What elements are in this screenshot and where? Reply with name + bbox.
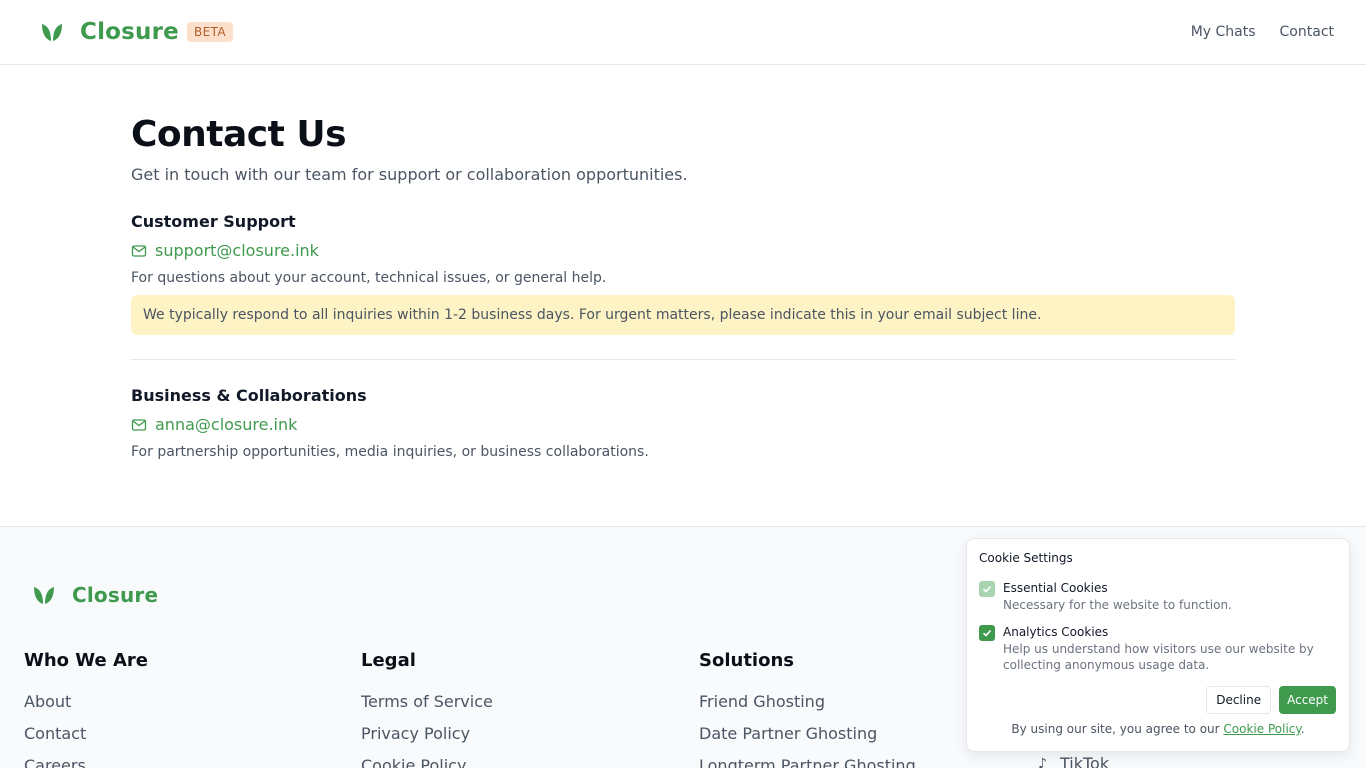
tiktok-label: TikTok — [1060, 754, 1110, 768]
response-time-note: We typically respond to all inquiries wi… — [131, 295, 1235, 335]
mail-icon — [131, 244, 147, 257]
support-section: Customer Support support@closure.ink For… — [131, 212, 1235, 335]
nav-my-chats[interactable]: My Chats — [1191, 24, 1256, 40]
analytics-cookies-option: Analytics Cookies Help us understand how… — [979, 625, 1337, 673]
footer-social-tiktok[interactable]: ♪ TikTok — [1038, 755, 1109, 768]
leaf-logo-icon — [42, 24, 62, 41]
business-section: Business & Collaborations anna@closure.i… — [131, 386, 1235, 460]
cookie-actions: Decline Accept — [1206, 686, 1336, 714]
essential-cookies-option: Essential Cookies Necessary for the webs… — [979, 581, 1337, 613]
analytics-cookies-label: Analytics Cookies — [1003, 625, 1109, 639]
business-title: Business & Collaborations — [131, 386, 367, 405]
main-content: Contact Us Get in touch with our team fo… — [0, 65, 1366, 460]
brand-name: Closure — [80, 19, 179, 45]
footer-column-title: Legal — [361, 650, 416, 671]
support-description: For questions about your account, techni… — [131, 270, 607, 286]
business-description: For partnership opportunities, media inq… — [131, 444, 649, 460]
brand[interactable]: Closure BETA — [40, 19, 234, 45]
footer-link-friend-ghosting[interactable]: Friend Ghosting — [699, 693, 916, 711]
page-title: Contact Us — [131, 114, 347, 155]
footer-column-title: Solutions — [699, 650, 794, 671]
business-email-row: anna@closure.ink — [131, 415, 1235, 434]
footer-link-about[interactable]: About — [24, 693, 148, 711]
site-header: Closure BETA My Chats Contact — [0, 0, 1366, 65]
footer-link-careers[interactable]: Careers — [24, 757, 148, 768]
footer-link-cookie-policy[interactable]: Cookie Policy — [361, 757, 493, 768]
essential-cookies-checkbox[interactable] — [979, 581, 995, 597]
cookie-policy-link[interactable]: Cookie Policy — [1223, 722, 1300, 736]
nav-contact[interactable]: Contact — [1280, 24, 1334, 40]
support-email-row: support@closure.ink — [131, 241, 1235, 260]
footer-column-solutions: Solutions Friend Ghosting Date Partner G… — [699, 650, 916, 768]
cookie-consent-suffix: . — [1300, 722, 1305, 736]
checkmark-icon — [982, 629, 992, 637]
footer-column-title: Who We Are — [24, 650, 149, 671]
cookie-settings-panel: Cookie Settings Essential Cookies Necess… — [966, 538, 1350, 752]
decline-button[interactable]: Decline — [1206, 686, 1272, 714]
support-title: Customer Support — [131, 212, 296, 231]
footer-link-contact[interactable]: Contact — [24, 725, 148, 743]
page-subtitle: Get in touch with our team for support o… — [131, 165, 688, 184]
footer-link-date-partner-ghosting[interactable]: Date Partner Ghosting — [699, 725, 916, 743]
top-nav: My Chats Contact — [1191, 24, 1334, 40]
essential-cookies-label: Essential Cookies — [1003, 581, 1108, 595]
footer-column-who-we-are: Who We Are About Contact Careers — [24, 650, 148, 768]
footer-link-tiktok[interactable]: ♪ TikTok — [1038, 755, 1109, 768]
footer-link-terms[interactable]: Terms of Service — [361, 693, 493, 711]
essential-cookies-description: Necessary for the website to function. — [1003, 598, 1232, 612]
footer-column-legal: Legal Terms of Service Privacy Policy Co… — [361, 650, 493, 768]
support-email-link[interactable]: support@closure.ink — [155, 241, 319, 260]
tiktok-icon: ♪ — [1038, 756, 1047, 768]
section-divider — [131, 359, 1235, 360]
analytics-cookies-description: Help us understand how visitors use our … — [1003, 642, 1314, 672]
analytics-cookies-checkbox[interactable] — [979, 625, 995, 641]
cookie-settings-title: Cookie Settings — [979, 551, 1073, 565]
accept-button[interactable]: Accept — [1279, 686, 1336, 714]
cookie-consent-text: By using our site, you agree to our Cook… — [967, 722, 1349, 736]
footer-link-longterm-partner-ghosting[interactable]: Longterm Partner Ghosting — [699, 757, 916, 768]
footer-brand-name: Closure — [72, 583, 159, 607]
footer-brand[interactable]: Closure — [32, 583, 158, 607]
checkmark-icon — [982, 585, 992, 593]
mail-icon — [131, 418, 147, 431]
business-email-link[interactable]: anna@closure.ink — [155, 415, 297, 434]
footer-link-privacy[interactable]: Privacy Policy — [361, 725, 493, 743]
beta-badge: BETA — [186, 22, 234, 42]
cookie-consent-prefix: By using our site, you agree to our — [1011, 722, 1220, 736]
leaf-logo-icon — [34, 587, 54, 604]
